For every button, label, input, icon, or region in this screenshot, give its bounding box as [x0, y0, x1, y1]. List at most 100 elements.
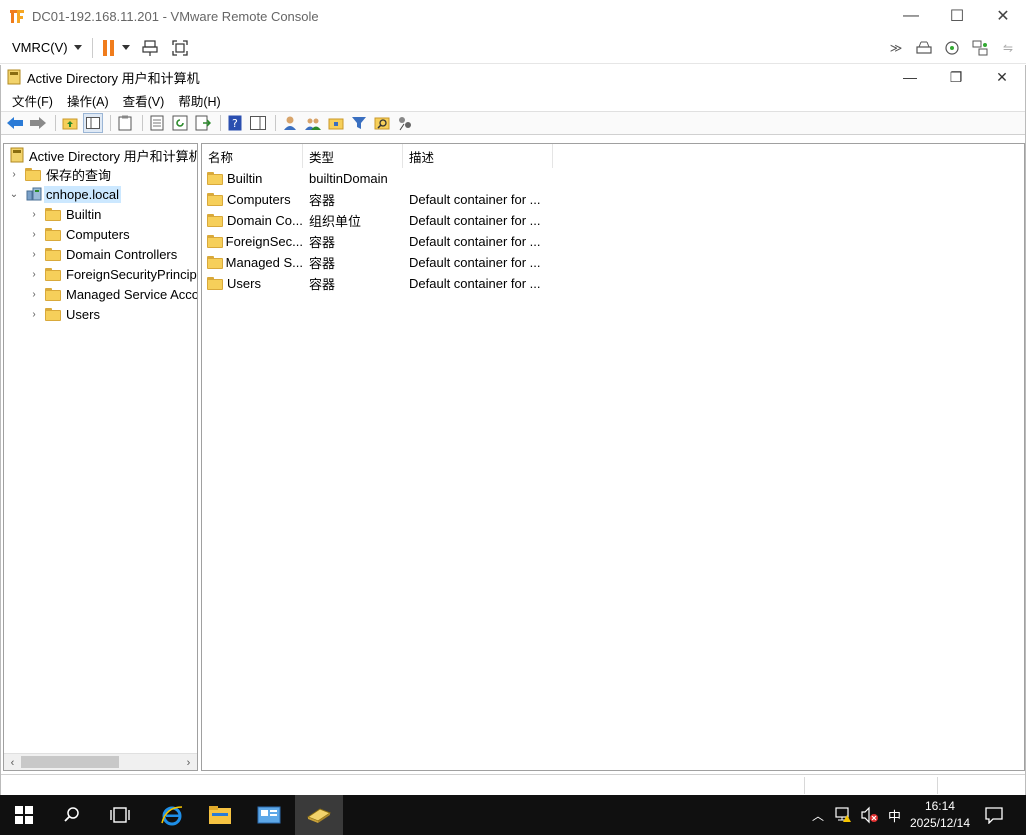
start-button[interactable]: [0, 795, 48, 835]
pause-button[interactable]: [102, 39, 114, 56]
ime-indicator[interactable]: 中: [888, 806, 901, 825]
fullscreen-icon[interactable]: [170, 38, 190, 58]
notification-center-button[interactable]: [970, 795, 1018, 835]
column-header-type[interactable]: 类型: [303, 144, 403, 168]
chevron-right-icon[interactable]: ›: [28, 288, 40, 300]
ad-window-title: Active Directory 用户和计算机: [27, 70, 200, 86]
tree-item-computers[interactable]: › Computers: [28, 224, 130, 244]
new-ou-icon[interactable]: [326, 113, 346, 133]
list-item[interactable]: ForeignSec... 容器 Default container for .…: [202, 231, 562, 252]
show-hide-console-tree-icon[interactable]: [83, 113, 103, 133]
network-adapter-icon[interactable]: [970, 38, 990, 58]
forward-icon[interactable]: ≫: [886, 38, 906, 58]
server-manager-button[interactable]: [245, 795, 293, 835]
delegate-control-icon[interactable]: [395, 113, 415, 133]
item-description: Default container for ...: [409, 276, 541, 291]
task-view-button[interactable]: [96, 795, 144, 835]
horizontal-scrollbar[interactable]: ‹ ›: [4, 753, 197, 770]
list-item[interactable]: Managed S... 容器 Default container for ..…: [202, 252, 562, 273]
ad-restore-button[interactable]: ❐: [933, 65, 979, 89]
find-icon[interactable]: [372, 113, 392, 133]
cd-drive-icon[interactable]: [942, 38, 962, 58]
tree-item-label: 保存的查询: [46, 167, 112, 183]
tree-item-managed-service-accounts[interactable]: › Managed Service Accounts: [28, 284, 197, 304]
chevron-right-icon[interactable]: ›: [8, 168, 20, 180]
folder-icon: [45, 207, 61, 221]
refresh-icon[interactable]: [170, 113, 190, 133]
ad-close-button[interactable]: ✕: [979, 65, 1025, 89]
ad-users-computers-taskbar-button[interactable]: [295, 795, 343, 835]
export-list-icon[interactable]: [193, 113, 213, 133]
item-name: Managed S...: [225, 255, 303, 270]
chevron-right-icon[interactable]: ›: [28, 268, 40, 280]
column-header-description[interactable]: 描述: [403, 144, 553, 168]
item-description: Default container for ...: [409, 192, 541, 207]
list-item[interactable]: Computers 容器 Default container for ...: [202, 189, 562, 210]
vmrc-minimize-button[interactable]: —: [888, 0, 934, 32]
chevron-right-icon[interactable]: ›: [28, 248, 40, 260]
folder-icon: [25, 167, 41, 181]
usb-icon[interactable]: ⇋: [998, 38, 1018, 58]
tree-item-foreign-security-principals[interactable]: › ForeignSecurityPrincipals: [28, 264, 197, 284]
taskbar-clock[interactable]: 16:14 2025/12/14: [910, 798, 970, 832]
scrollbar-thumb[interactable]: [21, 756, 119, 768]
tree-item-domain-controllers[interactable]: › Domain Controllers: [28, 244, 177, 264]
scroll-right-icon[interactable]: ›: [180, 754, 197, 770]
chevron-right-icon[interactable]: ›: [28, 228, 40, 240]
show-hidden-icons-icon[interactable]: ︿: [808, 807, 828, 824]
hard-disk-icon[interactable]: [914, 38, 934, 58]
clipboard-icon[interactable]: [115, 113, 135, 133]
vmrc-maximize-button[interactable]: ☐: [934, 0, 980, 32]
tree-item-label: Builtin: [66, 206, 102, 222]
column-header-name[interactable]: 名称: [202, 144, 303, 168]
ou-folder-icon: [207, 214, 223, 227]
item-description: Default container for ...: [409, 234, 541, 249]
new-group-icon[interactable]: [303, 113, 323, 133]
help-icon[interactable]: ?: [225, 113, 245, 133]
scroll-left-icon[interactable]: ‹: [4, 754, 21, 770]
properties-icon[interactable]: [147, 113, 167, 133]
tree-item-saved-queries[interactable]: › 保存的查询: [8, 164, 111, 184]
system-tray: ︿ 中: [808, 795, 901, 835]
internet-explorer-button[interactable]: [148, 795, 196, 835]
tree-item-domain[interactable]: ⌄ cnhope.local: [8, 184, 121, 204]
forward-arrow-icon[interactable]: [28, 113, 48, 133]
send-ctrl-alt-del-icon[interactable]: [140, 38, 160, 58]
filter-icon[interactable]: [349, 113, 369, 133]
menu-action[interactable]: 操作(A): [60, 91, 116, 110]
toolbar-divider: [91, 37, 93, 58]
back-arrow-icon[interactable]: [5, 113, 25, 133]
list-item[interactable]: Domain Co... 组织单位 Default container for …: [202, 210, 562, 231]
list-item[interactable]: Users 容器 Default container for ...: [202, 273, 562, 294]
internet-explorer-icon: [161, 806, 183, 826]
tree-item-users[interactable]: › Users: [28, 304, 100, 324]
tree-item-builtin[interactable]: › Builtin: [28, 204, 101, 224]
chevron-down-icon: [73, 45, 82, 50]
search-button[interactable]: [48, 795, 96, 835]
show-action-pane-icon[interactable]: [248, 113, 268, 133]
search-icon: [64, 807, 79, 822]
item-description: Default container for ...: [409, 213, 541, 228]
ad-minimize-button[interactable]: —: [887, 65, 933, 89]
file-explorer-button[interactable]: [196, 795, 244, 835]
item-description: Default container for ...: [409, 255, 541, 270]
pause-dropdown-icon[interactable]: [121, 45, 130, 50]
status-segment: [804, 777, 937, 794]
item-type: 容器: [309, 193, 336, 208]
chevron-right-icon[interactable]: ›: [28, 208, 40, 220]
list-item[interactable]: Builtin builtinDomain: [202, 168, 562, 189]
volume-muted-icon[interactable]: [860, 806, 880, 824]
tree-item-label: Computers: [66, 226, 130, 242]
network-warning-icon[interactable]: [834, 806, 854, 824]
tree-root[interactable]: Active Directory 用户和计算机: [6, 145, 197, 165]
menu-view[interactable]: 查看(V): [116, 91, 172, 110]
new-user-icon[interactable]: [280, 113, 300, 133]
chevron-down-icon[interactable]: ⌄: [8, 188, 20, 200]
chevron-right-icon[interactable]: ›: [28, 308, 40, 320]
menu-help[interactable]: 帮助(H): [171, 91, 227, 110]
vmrc-close-button[interactable]: ✕: [980, 0, 1026, 32]
status-segment: [937, 777, 1025, 794]
vmrc-menu-button[interactable]: VMRC(V): [12, 40, 82, 55]
up-folder-icon[interactable]: [60, 113, 80, 133]
menu-file[interactable]: 文件(F): [5, 91, 60, 110]
